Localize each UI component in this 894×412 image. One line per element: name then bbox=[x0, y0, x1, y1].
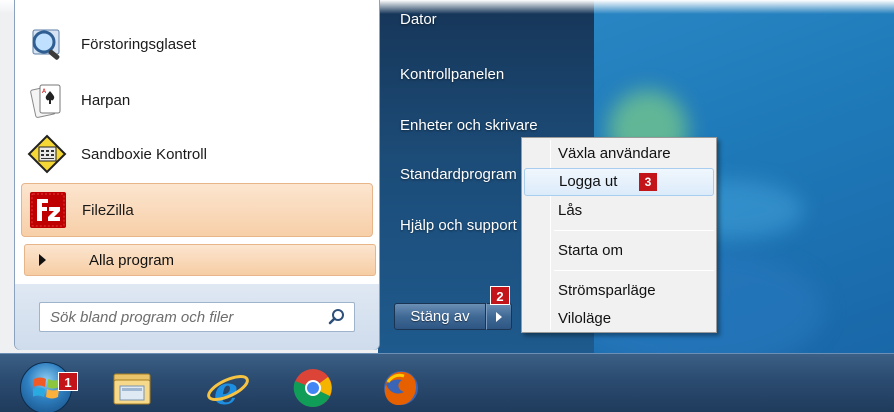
menu-item-las[interactable]: Lås bbox=[524, 198, 714, 224]
internet-explorer-icon[interactable]: e bbox=[205, 366, 251, 410]
solitaire-cards-icon: A bbox=[30, 84, 61, 118]
program-item-filezilla[interactable]: FileZilla bbox=[21, 183, 373, 237]
search-icon[interactable] bbox=[328, 308, 346, 326]
search-area bbox=[15, 284, 379, 350]
all-programs-label: Alla program bbox=[89, 251, 175, 269]
link-dator[interactable]: Dator bbox=[400, 11, 437, 28]
menu-item-label: Logga ut bbox=[559, 173, 618, 190]
step-badge-2: 2 bbox=[490, 286, 510, 305]
arrow-right-icon bbox=[496, 312, 502, 322]
menu-item-vaxla-anvandare[interactable]: Växla användare bbox=[524, 141, 714, 167]
start-menu-left-pane: Förstoringsglaset A Harpan Sandboxie Kon… bbox=[14, 0, 380, 350]
menu-item-stromsparlage[interactable]: Strömsparläge bbox=[524, 278, 714, 304]
program-label: FileZilla bbox=[82, 201, 134, 219]
program-item-forstoringsglaset[interactable]: Förstoringsglaset bbox=[21, 18, 373, 70]
menu-item-vilolage[interactable]: Viloläge bbox=[524, 306, 714, 332]
chrome-icon[interactable] bbox=[290, 366, 336, 410]
program-item-harpan[interactable]: A Harpan bbox=[21, 74, 373, 126]
menu-item-logga-ut[interactable]: Logga ut 3 bbox=[524, 168, 714, 196]
search-box bbox=[39, 302, 355, 332]
arrow-right-icon bbox=[39, 254, 46, 266]
shutdown-options-button[interactable] bbox=[486, 303, 512, 330]
search-input[interactable] bbox=[40, 303, 324, 331]
all-programs-button[interactable]: Alla program bbox=[24, 244, 376, 276]
link-kontrollpanelen[interactable]: Kontrollpanelen bbox=[400, 66, 504, 83]
link-hjalp-och-support[interactable]: Hjälp och support bbox=[400, 217, 528, 234]
menu-item-starta-om[interactable]: Starta om bbox=[524, 238, 714, 264]
windows-flag-icon bbox=[33, 377, 60, 399]
step-badge-3: 3 bbox=[639, 173, 657, 191]
svg-text:e: e bbox=[214, 368, 238, 410]
shutdown-context-menu: Växla användare Logga ut 3 Lås Starta om… bbox=[521, 137, 717, 333]
filezilla-icon bbox=[30, 192, 66, 228]
program-label: Förstoringsglaset bbox=[81, 35, 197, 53]
program-label: Harpan bbox=[81, 91, 131, 109]
magnifier-app-icon bbox=[32, 29, 60, 60]
sandboxie-icon bbox=[27, 134, 67, 174]
firefox-icon[interactable] bbox=[378, 366, 424, 410]
program-item-sandboxie[interactable]: Sandboxie Kontroll bbox=[21, 128, 373, 180]
shutdown-button[interactable]: Stäng av bbox=[394, 303, 486, 330]
link-enheter-och-skrivare[interactable]: Enheter och skrivare bbox=[400, 117, 538, 134]
step-badge-1: 1 bbox=[58, 372, 78, 391]
file-explorer-icon[interactable] bbox=[110, 366, 156, 410]
menu-separator bbox=[554, 270, 714, 271]
program-label: Sandboxie Kontroll bbox=[81, 145, 207, 163]
link-standardprogram[interactable]: Standardprogram bbox=[400, 166, 528, 183]
menu-separator bbox=[554, 230, 714, 231]
